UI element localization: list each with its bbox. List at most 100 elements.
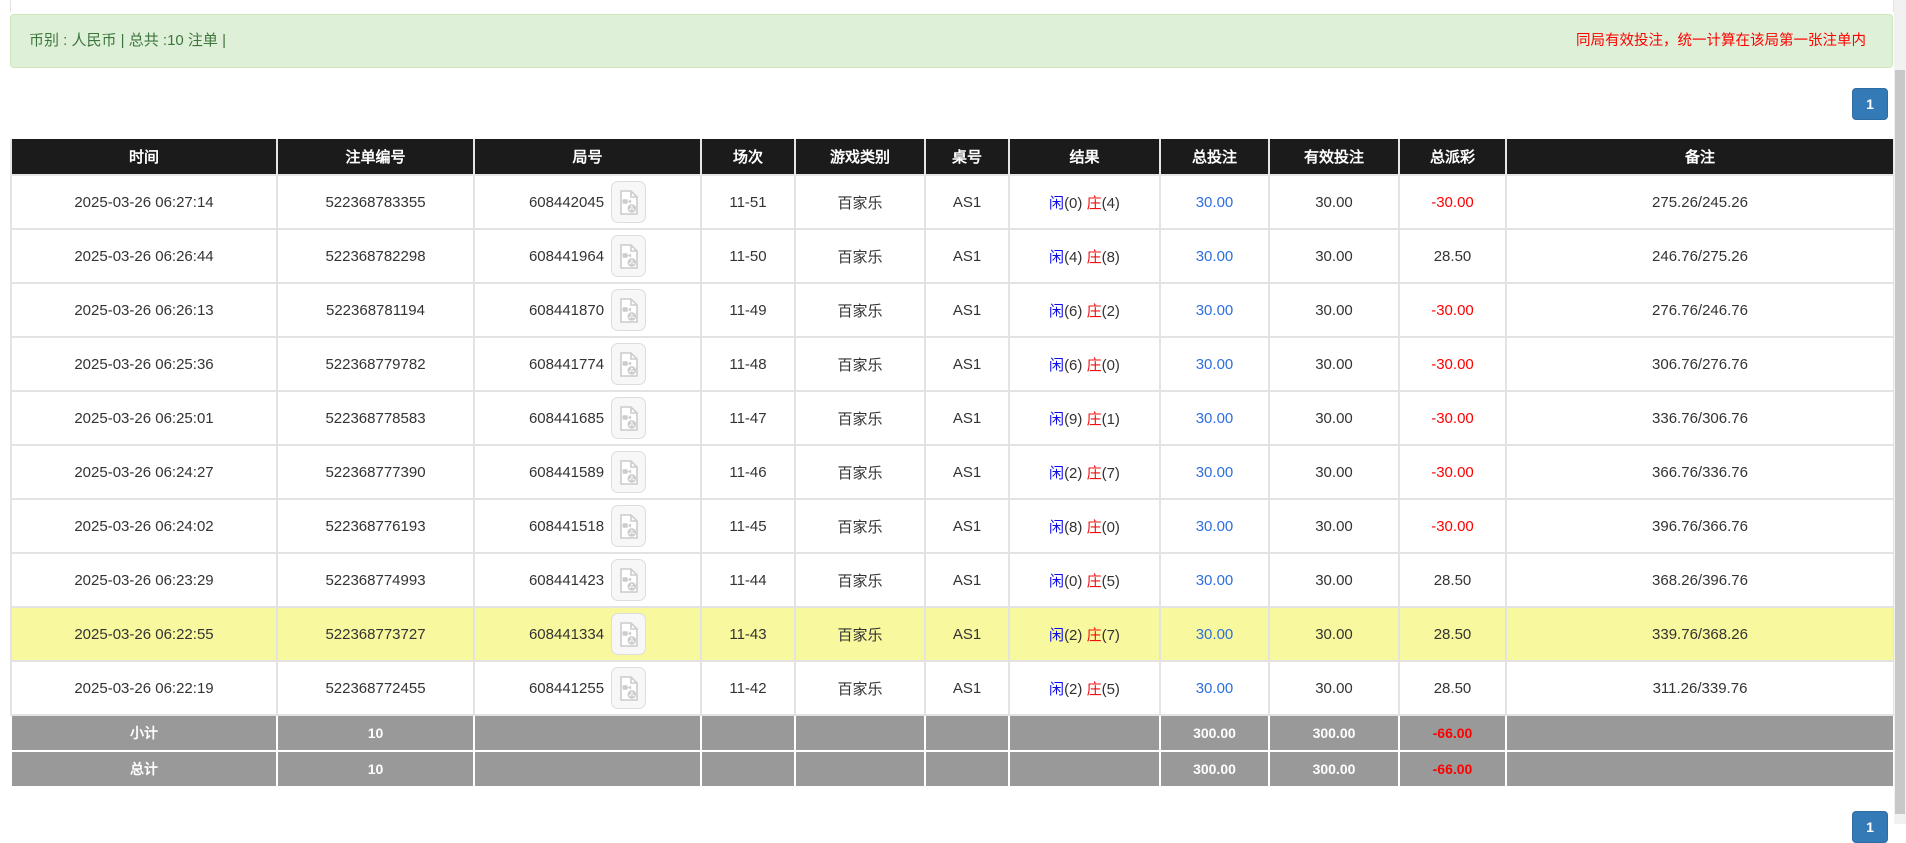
result-cell: 闲(4) 庄(8) — [1009, 229, 1160, 283]
currency-summary-bar: 币别 : 人民币 | 总共 :10 注单 | 同局有效投注，统一计算在该局第一张… — [10, 14, 1893, 68]
remark-cell: 368.26/396.76 — [1506, 553, 1894, 607]
video-replay-icon — [619, 514, 639, 539]
game-type-cell: 百家乐 — [795, 499, 925, 553]
player-label: 闲 — [1049, 465, 1064, 482]
bet-number-cell: 522368774993 — [277, 553, 474, 607]
total-bet-cell: 30.00 — [1160, 553, 1269, 607]
total-bet-cell: 30.00 — [1160, 229, 1269, 283]
summary-empty-cell — [701, 715, 795, 751]
total-bet-cell: 30.00 — [1160, 391, 1269, 445]
player-score: (2) — [1064, 627, 1082, 644]
time-cell: 2025-03-26 06:24:02 — [11, 499, 277, 553]
video-replay-button[interactable] — [611, 667, 646, 709]
total-bet-link[interactable]: 30.00 — [1196, 572, 1234, 589]
table-body: 2025-03-26 06:27:14 522368783355 6084420… — [11, 175, 1894, 787]
game-type-cell: 百家乐 — [795, 337, 925, 391]
table-row: 2025-03-26 06:27:14 522368783355 6084420… — [11, 175, 1894, 229]
video-replay-icon — [619, 460, 639, 485]
video-replay-button[interactable] — [611, 505, 646, 547]
time-cell: 2025-03-26 06:24:27 — [11, 445, 277, 499]
summary-valid-bet-cell: 300.00 — [1269, 751, 1399, 787]
round-number-cell: 608441589 — [474, 445, 701, 499]
total-bet-link[interactable]: 30.00 — [1196, 356, 1234, 373]
time-cell: 2025-03-26 06:25:01 — [11, 391, 277, 445]
valid-bet-cell: 30.00 — [1269, 337, 1399, 391]
result-cell: 闲(2) 庄(7) — [1009, 445, 1160, 499]
video-replay-icon — [619, 676, 639, 701]
table-number-cell: AS1 — [925, 337, 1009, 391]
summary-empty-cell — [701, 751, 795, 787]
total-bet-link[interactable]: 30.00 — [1196, 302, 1234, 319]
video-replay-button[interactable] — [611, 181, 646, 223]
video-replay-button[interactable] — [611, 559, 646, 601]
video-replay-button[interactable] — [611, 451, 646, 493]
video-replay-button[interactable] — [611, 343, 646, 385]
column-header: 结果 — [1009, 139, 1160, 175]
total-bet-cell: 30.00 — [1160, 607, 1269, 661]
video-replay-icon — [619, 352, 639, 377]
total-bet-link[interactable]: 30.00 — [1196, 518, 1234, 535]
video-replay-button[interactable] — [611, 397, 646, 439]
column-header: 有效投注 — [1269, 139, 1399, 175]
vertical-scrollbar[interactable] — [1894, 0, 1906, 824]
bet-number-cell: 522368783355 — [277, 175, 474, 229]
bet-number-cell: 522368778583 — [277, 391, 474, 445]
table-number-cell: AS1 — [925, 553, 1009, 607]
payout-cell: -30.00 — [1399, 445, 1506, 499]
banker-score: (7) — [1102, 465, 1120, 482]
player-label: 闲 — [1049, 627, 1064, 644]
round-number: 608442045 — [529, 194, 604, 211]
round-number-cell: 608442045 — [474, 175, 701, 229]
valid-bet-cell: 30.00 — [1269, 499, 1399, 553]
total-bet-link[interactable]: 30.00 — [1196, 248, 1234, 265]
round-number-cell: 608441870 — [474, 283, 701, 337]
currency-total-text: 币别 : 人民币 | 总共 :10 注单 | — [29, 29, 226, 50]
time-cell: 2025-03-26 06:22:19 — [11, 661, 277, 715]
video-replay-icon — [619, 622, 639, 647]
banker-label: 庄 — [1087, 249, 1102, 266]
round-number: 608441774 — [529, 356, 604, 373]
column-header: 场次 — [701, 139, 795, 175]
remark-cell: 336.76/306.76 — [1506, 391, 1894, 445]
total-bet-link[interactable]: 30.00 — [1196, 464, 1234, 481]
total-bet-link[interactable]: 30.00 — [1196, 626, 1234, 643]
banker-label: 庄 — [1087, 573, 1102, 590]
valid-bet-cell: 30.00 — [1269, 175, 1399, 229]
page-1-button[interactable]: 1 — [1852, 88, 1888, 120]
total-bet-link[interactable]: 30.00 — [1196, 410, 1234, 427]
banker-score: (8) — [1102, 249, 1120, 266]
time-cell: 2025-03-26 06:25:36 — [11, 337, 277, 391]
table-row: 2025-03-26 06:26:13 522368781194 6084418… — [11, 283, 1894, 337]
total-bet-link[interactable]: 30.00 — [1196, 194, 1234, 211]
video-replay-button[interactable] — [611, 235, 646, 277]
time-cell: 2025-03-26 06:26:44 — [11, 229, 277, 283]
player-label: 闲 — [1049, 519, 1064, 536]
game-type-cell: 百家乐 — [795, 283, 925, 337]
round-number: 608441870 — [529, 302, 604, 319]
column-header: 游戏类别 — [795, 139, 925, 175]
scrollbar-thumb[interactable] — [1895, 70, 1905, 814]
total-bet-cell: 30.00 — [1160, 661, 1269, 715]
time-cell: 2025-03-26 06:23:29 — [11, 553, 277, 607]
summary-empty-cell — [1009, 715, 1160, 751]
player-label: 闲 — [1049, 195, 1064, 212]
round-number-cell: 608441334 — [474, 607, 701, 661]
banker-score: (7) — [1102, 627, 1120, 644]
summary-empty-cell — [474, 751, 701, 787]
total-bet-link[interactable]: 30.00 — [1196, 680, 1234, 697]
video-replay-button[interactable] — [611, 613, 646, 655]
video-replay-button[interactable] — [611, 289, 646, 331]
summary-empty-cell — [474, 715, 701, 751]
banker-score: (1) — [1102, 411, 1120, 428]
player-score: (8) — [1064, 519, 1082, 536]
summary-empty-cell — [925, 751, 1009, 787]
table-number-cell: AS1 — [925, 607, 1009, 661]
banker-label: 庄 — [1087, 519, 1102, 536]
session-cell: 11-47 — [701, 391, 795, 445]
page-1-button-bottom[interactable]: 1 — [1852, 811, 1888, 843]
total-bet-cell: 30.00 — [1160, 499, 1269, 553]
banker-label: 庄 — [1087, 465, 1102, 482]
payout-cell: 28.50 — [1399, 553, 1506, 607]
round-number-cell: 608441255 — [474, 661, 701, 715]
result-cell: 闲(6) 庄(2) — [1009, 283, 1160, 337]
